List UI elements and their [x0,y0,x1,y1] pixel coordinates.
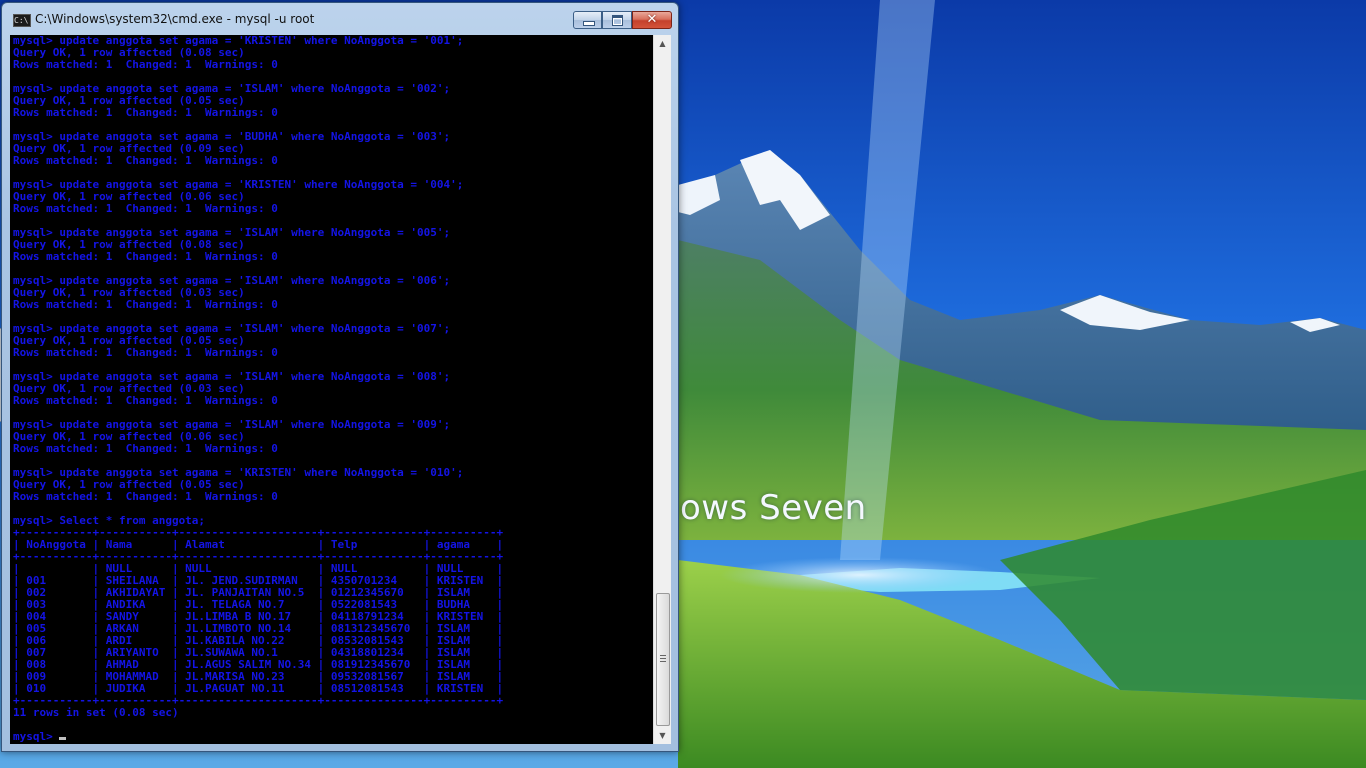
close-button[interactable]: ✕ [632,11,672,29]
console-line: Rows matched: 1 Changed: 1 Warnings: 0 [13,154,278,167]
grip-icon [660,655,666,662]
console-line: Rows matched: 1 Changed: 1 Warnings: 0 [13,394,278,407]
maximize-icon [612,15,623,26]
title-bar[interactable]: C:\ C:\Windows\system32\cmd.exe - mysql … [2,3,678,33]
close-icon: ✕ [646,12,658,27]
scroll-thumb[interactable] [656,593,670,726]
cursor-icon [59,737,67,740]
window-title: C:\Windows\system32\cmd.exe - mysql -u r… [35,12,315,26]
console-area[interactable]: mysql> update anggota set agama = 'KRIST… [10,35,671,744]
console-line: Rows matched: 1 Changed: 1 Warnings: 0 [13,250,278,263]
scroll-up-icon[interactable]: ▲ [654,35,671,52]
console-line: Rows matched: 1 Changed: 1 Warnings: 0 [13,106,278,119]
console-line: Rows matched: 1 Changed: 1 Warnings: 0 [13,298,278,311]
console-line: mysql> [13,730,60,743]
console-line: Rows matched: 1 Changed: 1 Warnings: 0 [13,346,278,359]
wallpaper-text: ows Seven [680,488,867,528]
console-line: 11 rows in set (0.08 sec) [13,706,179,719]
console-output[interactable]: mysql> update anggota set agama = 'KRIST… [13,35,653,744]
console-line: Rows matched: 1 Changed: 1 Warnings: 0 [13,58,278,71]
console-line: Rows matched: 1 Changed: 1 Warnings: 0 [13,202,278,215]
console-line: Rows matched: 1 Changed: 1 Warnings: 0 [13,442,278,455]
minimize-icon [583,21,595,26]
minimize-button[interactable] [573,11,602,29]
scroll-down-icon[interactable]: ▼ [654,727,671,744]
console-line: Rows matched: 1 Changed: 1 Warnings: 0 [13,490,278,503]
cmd-icon[interactable]: C:\ [13,14,31,27]
maximize-button[interactable] [602,11,632,29]
cmd-window[interactable]: C:\ C:\Windows\system32\cmd.exe - mysql … [1,2,679,752]
vertical-scrollbar[interactable]: ▲ ▼ [653,35,671,744]
